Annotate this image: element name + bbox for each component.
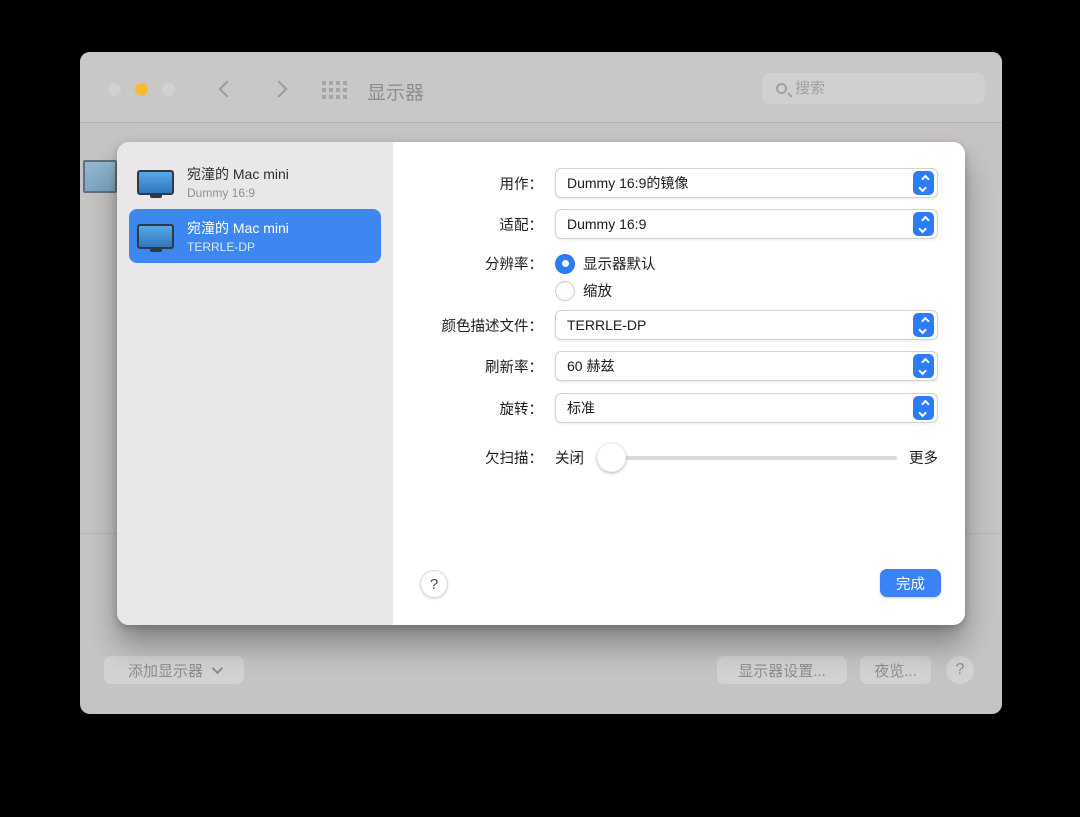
done-button[interactable]: 完成 [880,569,941,597]
add-display-label: 添加显示器 [127,662,203,680]
underscan-min-label: 关闭 [555,451,584,467]
stepper-icon [913,354,934,378]
toolbar: 显示器 [80,52,1002,123]
color-profile-value: TERRLE-DP [567,317,647,333]
display-icon [137,223,174,249]
display-subtitle: TERRLE-DP [187,240,256,254]
resolution-scaled-label: 缩放 [583,284,612,300]
display-title: 宛潼的 Mac mini [187,166,289,182]
rotation-value: 标准 [567,400,595,416]
window-help-label: ? [955,661,965,678]
display-arrangement-thumbnail [83,160,117,193]
close-button[interactable] [108,83,121,96]
use-as-label: 用作： [499,176,544,193]
display-title: 宛潼的 Mac mini [187,220,289,236]
refresh-rate-dropdown[interactable]: 60 赫兹 [555,351,938,381]
slider-knob[interactable] [597,443,626,472]
search-icon [776,83,787,94]
optimize-for-label: 适配： [499,217,544,234]
add-display-button[interactable]: 添加显示器 [104,656,244,684]
refresh-rate-value: 60 赫兹 [567,358,615,374]
resolution-scaled-radio[interactable] [555,280,575,301]
underscan-slider[interactable] [597,443,897,472]
resolution-label: 分辨率： [485,257,543,273]
done-button-label: 完成 [896,576,925,593]
stepper-icon [913,171,934,195]
underscan-max-label: 更多 [909,451,938,467]
night-shift-button[interactable]: 夜览... [860,656,931,684]
display-list-item-dummy[interactable]: 宛潼的 Mac mini Dummy 16:9 [129,155,381,209]
display-options-sheet: 宛潼的 Mac mini Dummy 16:9 宛潼的 Mac mini TER… [117,142,965,625]
display-subtitle: Dummy 16:9 [187,186,256,200]
search-field[interactable] [762,73,985,104]
night-shift-label: 夜览... [874,662,917,680]
show-all-grid-icon[interactable] [322,81,326,85]
rotation-dropdown[interactable]: 标准 [555,393,938,423]
stepper-icon [913,212,934,236]
resolution-default-label: 显示器默认 [583,257,656,273]
zoom-button[interactable] [162,83,175,96]
sheet-help-label: ? [429,575,439,593]
display-list-item-terrle[interactable]: 宛潼的 Mac mini TERRLE-DP [129,209,381,263]
display-icon [137,169,174,195]
underscan-label: 欠扫描： [485,451,543,467]
forward-icon[interactable] [270,80,288,98]
slider-track[interactable] [611,456,897,460]
window-help-button[interactable]: ? [946,656,974,684]
stepper-icon [913,313,934,337]
search-input[interactable] [795,80,955,97]
stepper-icon [913,396,934,420]
resolution-default-radio[interactable] [555,253,575,274]
minimize-button[interactable] [135,83,148,96]
display-settings-button[interactable]: 显示器设置... [717,656,847,684]
sheet-help-button[interactable]: ? [420,570,448,598]
chevron-down-icon [211,662,224,675]
display-options-panel: 用作： Dummy 16:9的镜像 适配： Dummy 16:9 分辨率： 显示… [393,142,965,625]
optimize-for-value: Dummy 16:9 [567,216,647,232]
use-as-dropdown[interactable]: Dummy 16:9的镜像 [555,168,938,198]
window-title: 显示器 [367,83,425,104]
displays-preferences-window: 显示器 添加显示器 显示器设置... 夜览... ? 宛潼的 Mac mini … [80,52,1002,714]
back-icon[interactable] [218,80,236,98]
traffic-lights [108,83,175,96]
display-list-sidebar: 宛潼的 Mac mini Dummy 16:9 宛潼的 Mac mini TER… [117,142,393,625]
refresh-rate-label: 刷新率： [485,359,543,376]
color-profile-dropdown[interactable]: TERRLE-DP [555,310,938,340]
color-profile-label: 颜色描述文件： [441,318,544,335]
optimize-for-dropdown[interactable]: Dummy 16:9 [555,209,938,239]
rotation-label: 旋转： [499,401,544,418]
use-as-value: Dummy 16:9的镜像 [567,175,689,191]
display-settings-label: 显示器设置... [738,662,826,680]
